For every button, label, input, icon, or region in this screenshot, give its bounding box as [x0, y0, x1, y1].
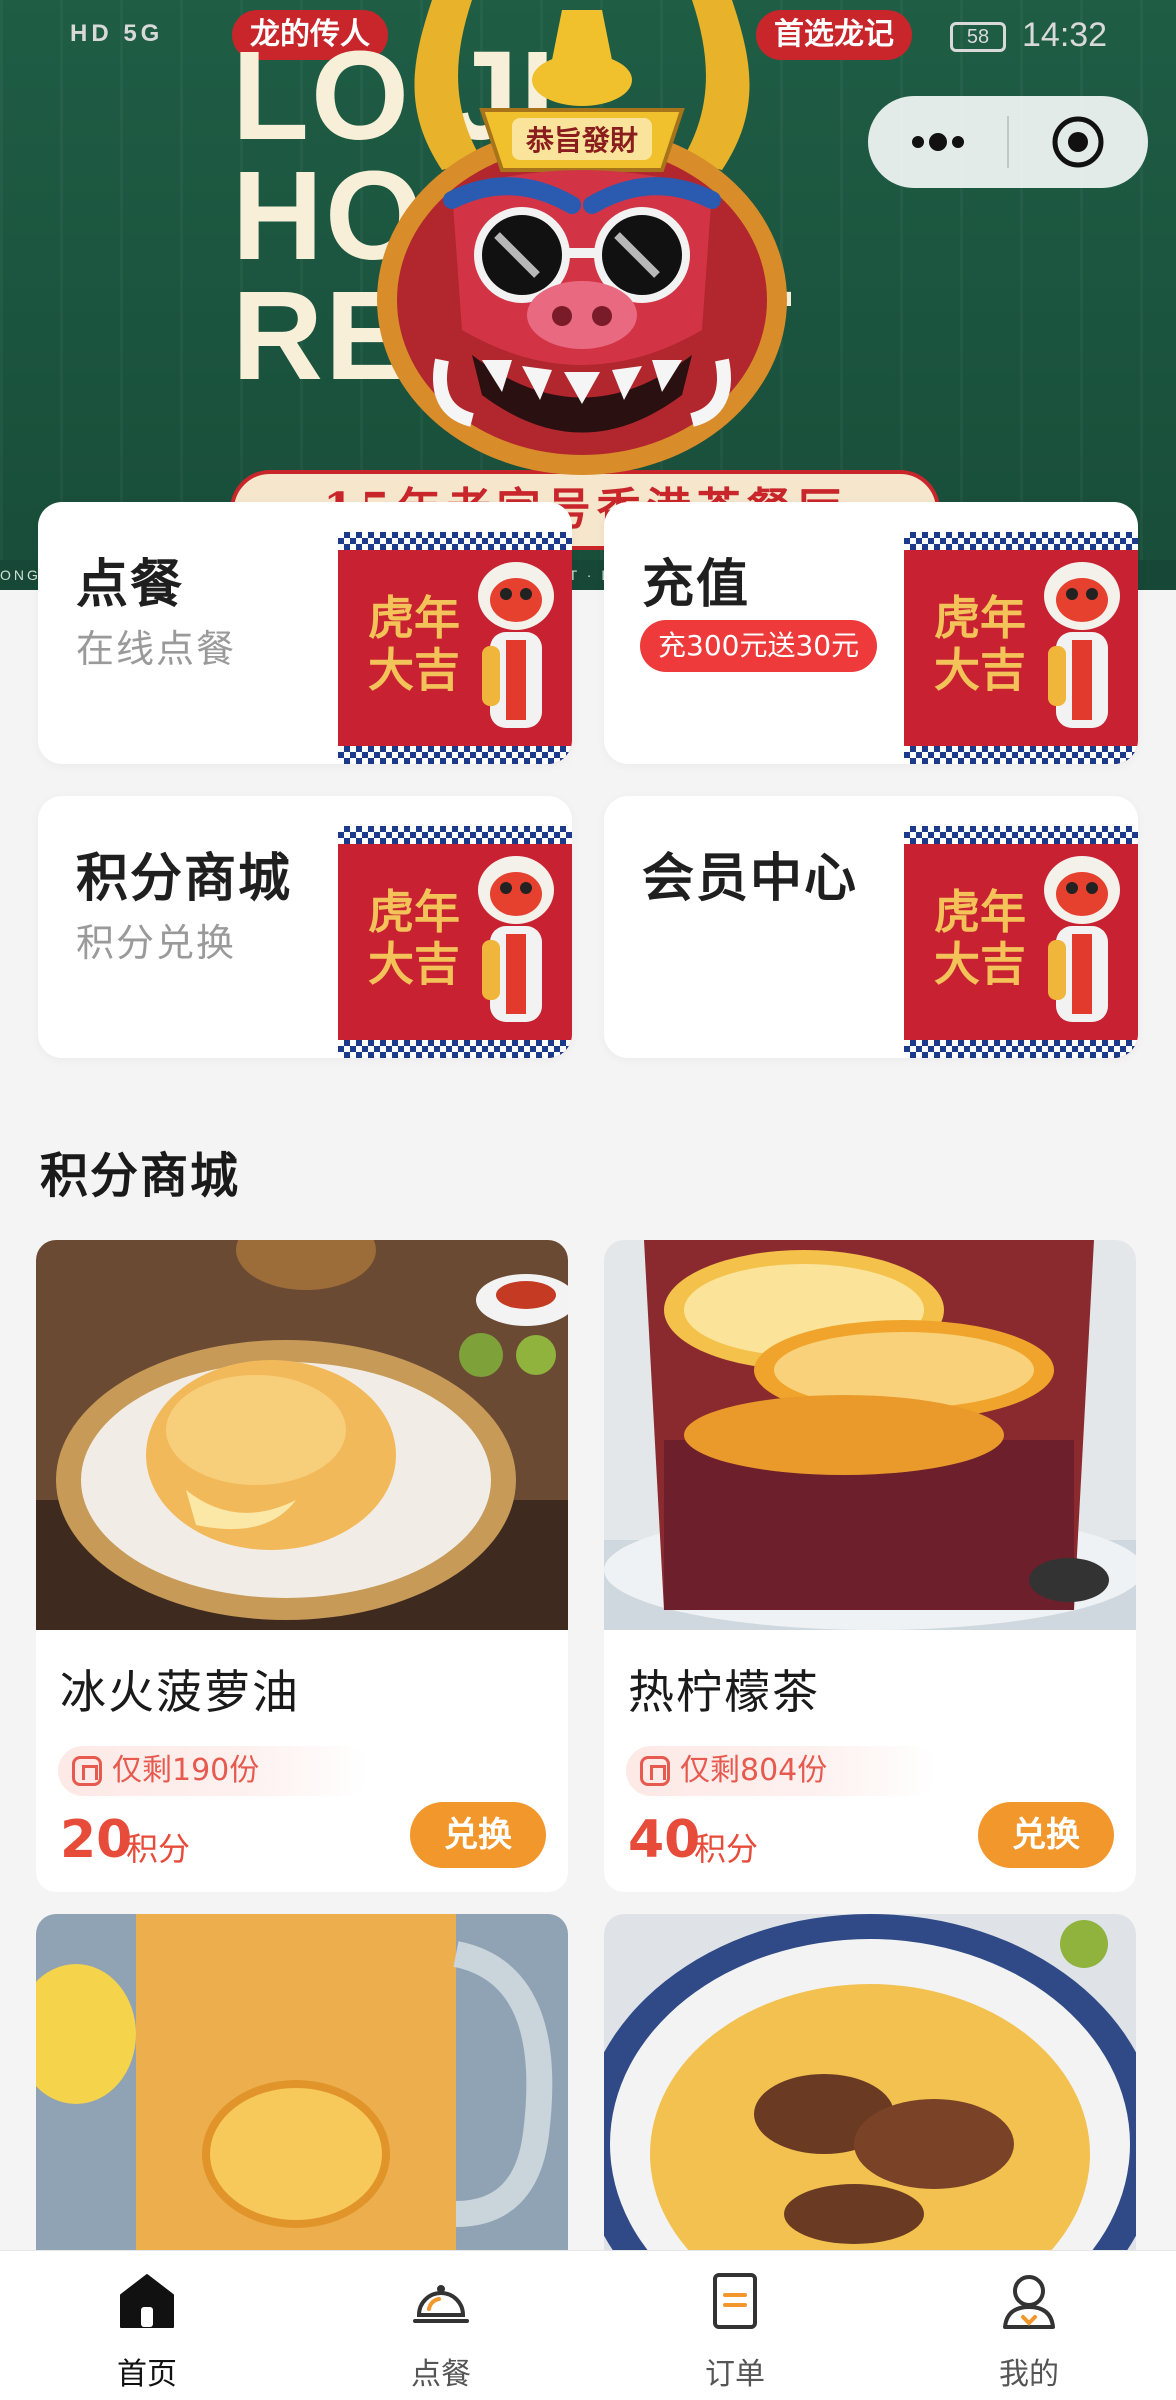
beef-egg-rice-photo	[604, 1914, 1136, 2304]
feature-subtitle: 积分兑换	[76, 921, 237, 965]
cny-promo-image: 虎年大吉	[904, 826, 1138, 1058]
cloche-icon	[413, 2285, 469, 2323]
dragon-mask-illustration: 恭旨發財	[377, 0, 787, 475]
stock-badge: 仅剩804份	[626, 1746, 938, 1796]
lion-dance-illustration	[478, 856, 554, 1022]
tab-profile[interactable]: 我的	[882, 2251, 1176, 2400]
product-name: 冰火菠萝油	[60, 1665, 300, 1719]
redeem-button[interactable]: 兑换	[410, 1802, 546, 1868]
points-value: 20	[60, 1810, 133, 1870]
order-icon	[713, 2273, 757, 2329]
cny-text: 虎年大吉	[934, 885, 1026, 991]
points-value: 40	[628, 1810, 701, 1870]
product-card-pineapple-bun[interactable]: 冰火菠萝油 仅剩190份 20 积分 兑换	[36, 1240, 568, 1892]
more-button[interactable]	[868, 96, 1007, 188]
lion-dance-illustration	[1044, 856, 1120, 1022]
product-name: 热柠檬茶	[628, 1665, 820, 1719]
more-icon	[911, 133, 964, 151]
cny-promo-image: 虎年大吉	[338, 532, 572, 764]
status-bar: HD 5G 58 14:32	[0, 0, 1176, 72]
gift-bag-icon	[72, 1756, 102, 1786]
lion-dance-illustration	[1044, 562, 1120, 728]
cny-promo-image: 虎年大吉	[904, 532, 1138, 764]
tab-label: 首页	[117, 2357, 177, 2392]
miniprogram-capsule	[868, 96, 1148, 188]
feature-subtitle: 在线点餐	[76, 627, 237, 671]
feature-card-order[interactable]: 点餐 在线点餐 虎年大吉	[38, 502, 572, 764]
home-icon	[120, 2274, 174, 2328]
tab-order-food[interactable]: 点餐	[294, 2251, 588, 2400]
points-mall-section-title: 积分商城	[40, 1148, 241, 1204]
recharge-promo-badge: 充300元送30元	[640, 620, 878, 672]
lemon-tea-photo	[604, 1240, 1136, 1630]
cny-text: 虎年大吉	[368, 591, 460, 697]
tab-label: 点餐	[411, 2357, 471, 2392]
tab-label: 我的	[999, 2357, 1059, 2392]
cny-text: 虎年大吉	[368, 885, 460, 991]
battery-icon: 58	[950, 22, 1006, 52]
tab-home[interactable]: 首页	[0, 2251, 294, 2400]
bottom-tab-bar: 首页 点餐 订单 我的	[0, 2250, 1176, 2400]
points-unit: 积分	[126, 1830, 191, 1868]
cny-text: 虎年大吉	[934, 591, 1026, 697]
feature-title: 点餐	[76, 555, 185, 615]
iced-lemon-tea-photo	[36, 1914, 568, 2304]
target-icon	[1052, 116, 1104, 168]
product-card-lemon-tea[interactable]: 热柠檬茶 仅剩804份 40 积分 兑换	[604, 1240, 1136, 1892]
status-time: 14:32	[1022, 16, 1108, 54]
close-miniprogram-button[interactable]	[1009, 96, 1148, 188]
feature-title: 会员中心	[642, 849, 859, 909]
feature-title: 充值	[642, 555, 751, 615]
tab-orders[interactable]: 订单	[588, 2251, 882, 2400]
gift-bag-icon	[640, 1756, 670, 1786]
signal-indicators: HD 5G	[70, 20, 164, 47]
crown-text: 恭旨發財	[525, 124, 638, 157]
tab-label: 订单	[705, 2357, 765, 2392]
feature-title: 积分商城	[76, 849, 293, 909]
stock-text: 仅剩804份	[680, 1753, 828, 1788]
feature-card-member-center[interactable]: 会员中心 虎年大吉	[604, 796, 1138, 1058]
feature-card-points-mall[interactable]: 积分商城 积分兑换 虎年大吉	[38, 796, 572, 1058]
redeem-button[interactable]: 兑换	[978, 1802, 1114, 1868]
feature-card-recharge[interactable]: 充值 充300元送30元 虎年大吉	[604, 502, 1138, 764]
pineapple-bun-photo	[36, 1240, 568, 1630]
stock-text: 仅剩190份	[112, 1753, 260, 1788]
points-unit: 积分	[694, 1830, 759, 1868]
cny-promo-image: 虎年大吉	[338, 826, 572, 1058]
user-icon	[1003, 2275, 1055, 2329]
lion-dance-illustration	[478, 562, 554, 728]
stock-badge: 仅剩190份	[58, 1746, 370, 1796]
